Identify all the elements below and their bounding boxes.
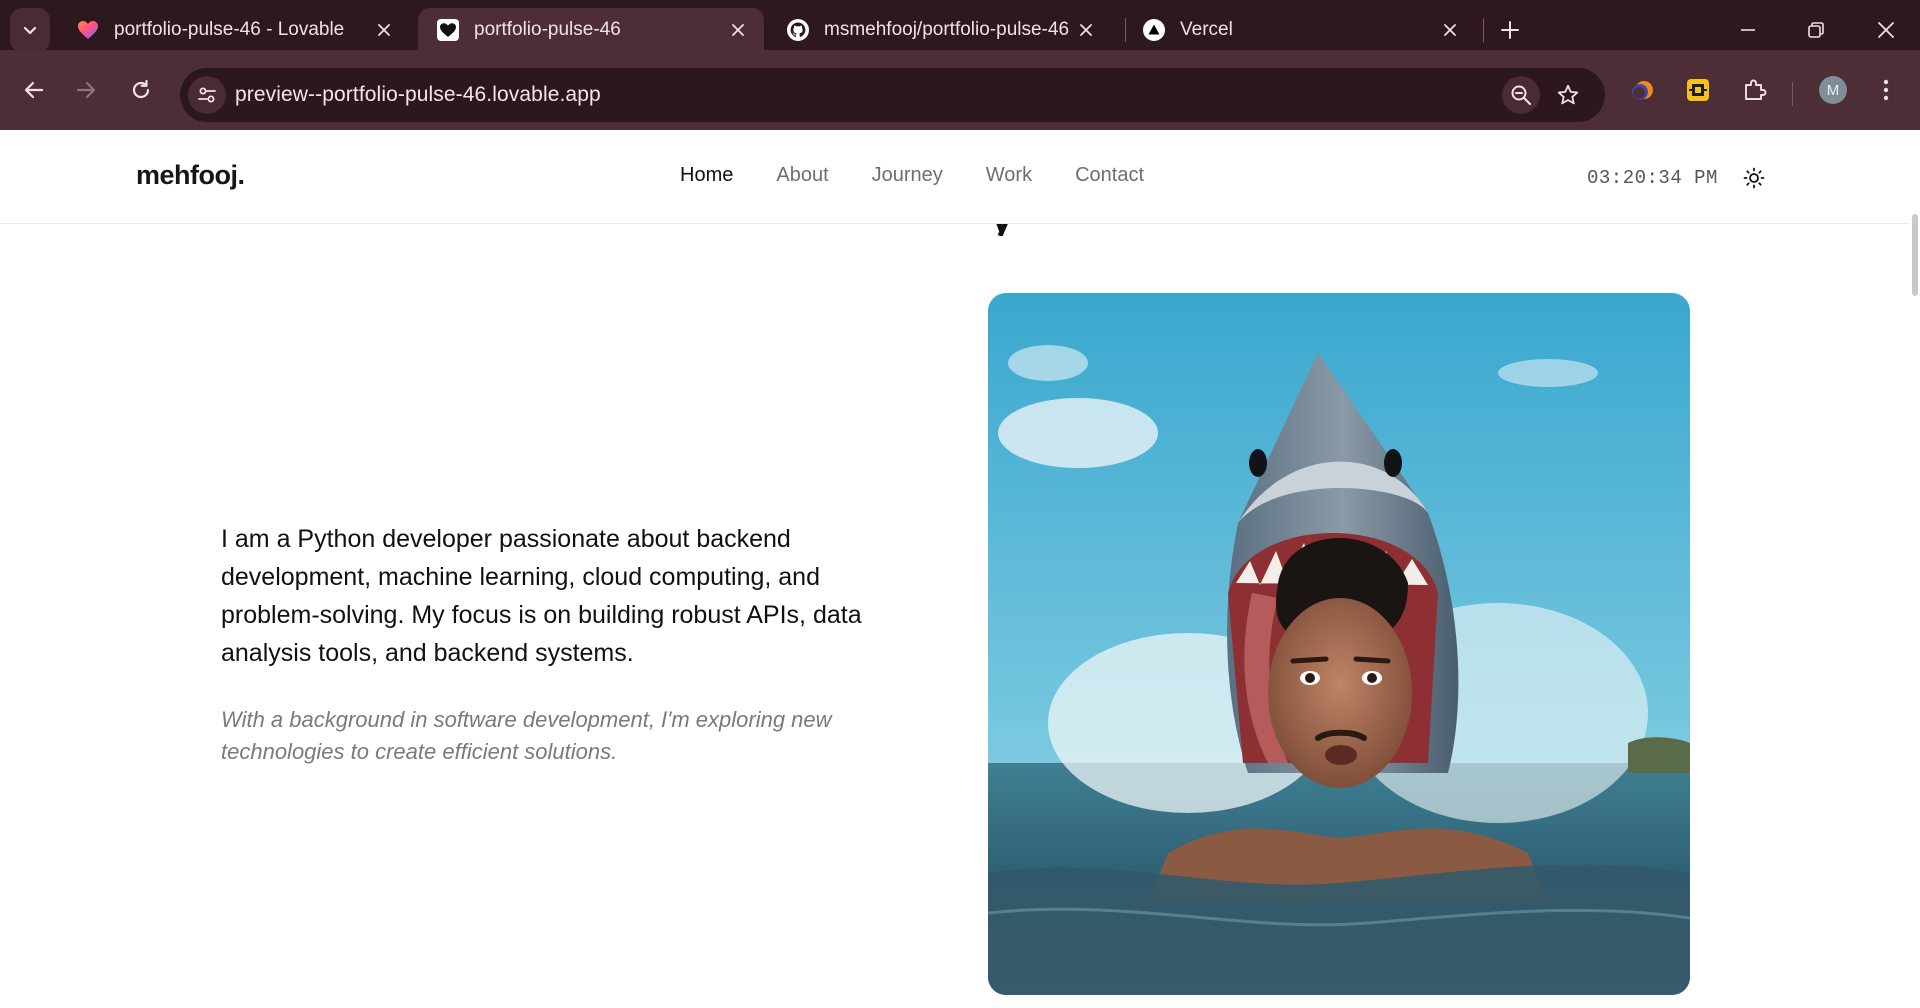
- tab-github[interactable]: msmehfooj/portfolio-pulse-46: [768, 8, 1112, 52]
- back-button[interactable]: [14, 70, 54, 110]
- browser-toolbar: preview--portfolio-pulse-46.lovable.app …: [0, 50, 1920, 130]
- plus-icon: [1501, 21, 1519, 39]
- puzzle-icon: [1745, 79, 1767, 100]
- tab-lovable[interactable]: portfolio-pulse-46 - Lovable: [58, 8, 410, 52]
- restore-button[interactable]: [1788, 8, 1844, 52]
- tab-title: msmehfooj/portfolio-pulse-46: [824, 19, 1070, 40]
- sun-icon: [1743, 167, 1765, 189]
- tab-search-button[interactable]: [10, 8, 50, 52]
- address-bar[interactable]: preview--portfolio-pulse-46.lovable.app: [180, 68, 1605, 122]
- profile-button[interactable]: M: [1813, 70, 1853, 110]
- new-tab-button[interactable]: [1482, 8, 1538, 52]
- extensions-menu-button[interactable]: [1734, 70, 1774, 110]
- browser-tab-strip: portfolio-pulse-46 - Lovable portfolio-p…: [0, 0, 1920, 52]
- nav-contact[interactable]: Contact: [1075, 164, 1144, 187]
- minimize-icon: [1741, 29, 1755, 31]
- site-header: mehfooj. Home About Journey Work Contact…: [0, 130, 1910, 224]
- heart-icon: [436, 18, 460, 42]
- close-icon[interactable]: [372, 18, 396, 42]
- reload-icon: [132, 79, 150, 99]
- extension-button[interactable]: [1678, 70, 1718, 110]
- forward-button[interactable]: [66, 70, 106, 110]
- close-icon: [1878, 22, 1894, 38]
- browser-menu-button[interactable]: [1866, 70, 1906, 110]
- site-logo[interactable]: mehfooj.: [136, 160, 245, 191]
- yellow-box-extension-icon: [1687, 79, 1709, 101]
- tab-portfolio-preview[interactable]: portfolio-pulse-46: [418, 8, 764, 52]
- arrow-right-icon: [76, 81, 96, 99]
- close-icon[interactable]: [1438, 18, 1462, 42]
- tune-icon: [198, 87, 216, 103]
- live-clock: 03:20:34 PM: [1587, 167, 1718, 189]
- about-intro-text: I am a Python developer passionate about…: [221, 525, 862, 667]
- theme-toggle-button[interactable]: [1740, 164, 1768, 192]
- main-nav: Home About Journey Work Contact: [680, 164, 1144, 187]
- close-window-button[interactable]: [1858, 8, 1914, 52]
- nav-home[interactable]: Home: [680, 164, 733, 187]
- lovable-heart-icon: [76, 18, 100, 42]
- nav-work[interactable]: Work: [986, 164, 1032, 187]
- github-icon: [786, 18, 810, 42]
- close-icon[interactable]: [1074, 18, 1098, 42]
- chevron-down-icon: [23, 26, 37, 35]
- profile-image: [988, 293, 1690, 995]
- arrow-left-icon: [24, 81, 44, 99]
- vercel-icon: [1142, 18, 1166, 42]
- about-sub-text: With a background in software developmen…: [221, 707, 832, 764]
- extension-button[interactable]: [1624, 70, 1664, 110]
- bookmark-button[interactable]: [1549, 76, 1587, 114]
- reload-button[interactable]: [121, 70, 161, 110]
- zoom-out-icon: [1511, 85, 1532, 106]
- avatar: M: [1819, 76, 1847, 104]
- tab-title: portfolio-pulse-46 - Lovable: [114, 19, 345, 40]
- star-icon: [1557, 84, 1579, 105]
- orange-moon-extension-icon: [1632, 81, 1653, 100]
- page-scrollbar[interactable]: [1912, 214, 1918, 296]
- restore-icon: [1808, 22, 1824, 38]
- nav-journey[interactable]: Journey: [872, 164, 943, 187]
- toolbar-separator: [1792, 82, 1793, 106]
- close-icon[interactable]: [726, 18, 750, 42]
- tab-title: Vercel: [1180, 19, 1233, 40]
- url-text[interactable]: preview--portfolio-pulse-46.lovable.app: [235, 83, 601, 107]
- site-info-button[interactable]: [188, 76, 226, 114]
- nav-about[interactable]: About: [776, 164, 828, 187]
- more-vertical-icon: [1883, 79, 1889, 101]
- zoom-button[interactable]: [1502, 76, 1540, 114]
- page-viewport: mehfooj. Home About Journey Work Contact…: [0, 130, 1920, 1008]
- tab-vercel[interactable]: Vercel: [1124, 8, 1476, 52]
- tab-title: portfolio-pulse-46: [474, 19, 621, 40]
- minimize-button[interactable]: [1720, 8, 1776, 52]
